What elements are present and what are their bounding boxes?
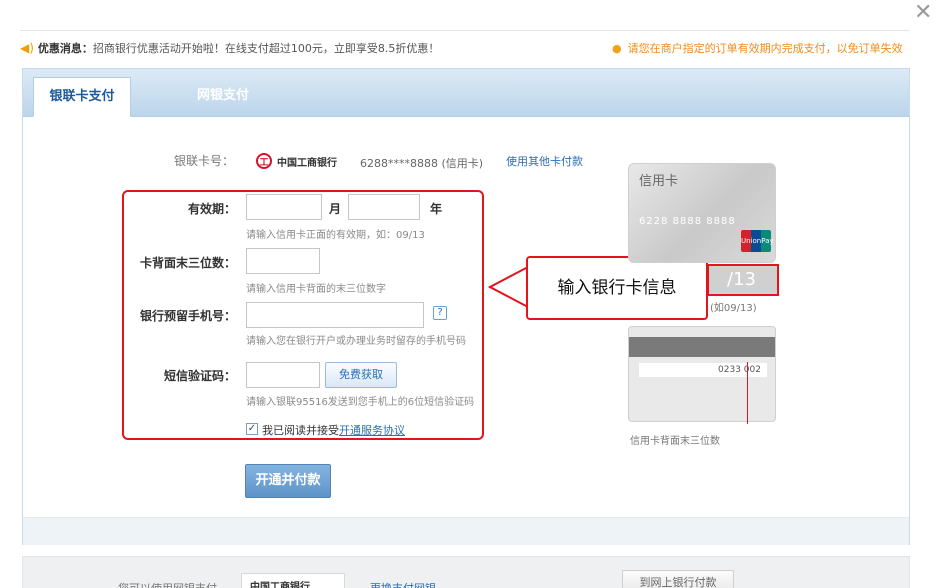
card-expiry-note: (如09/13) (710, 303, 757, 314)
callout-box: 输入银行卡信息 (526, 256, 708, 320)
top-divider (20, 30, 910, 31)
use-other-card-link[interactable]: 使用其他卡付款 (506, 153, 583, 169)
bank-logo: 工 中国工商银行 (256, 151, 337, 171)
footer-text: 您可以使用网银支付 (118, 580, 217, 588)
promo-text: 招商银行优惠活动开始啦！在线支付超过100元，立即享受8.5折优惠！ (92, 42, 440, 55)
speaker-icon: ◀) (20, 41, 34, 55)
card-front-number: 6228 8888 8888 (639, 216, 736, 227)
icbc-icon: 工 (256, 153, 272, 169)
card-front-title: 信用卡 (639, 174, 679, 189)
promo-label: 优惠消息： (37, 42, 93, 55)
tab-unionpay-card[interactable]: 银联卡支付 (33, 77, 131, 117)
tab-online-banking[interactable]: 网银支付 (173, 77, 273, 117)
lightbulb-icon: ● (612, 42, 622, 55)
callout-arrow-icon (488, 265, 529, 309)
close-icon[interactable]: ✕ (914, 2, 932, 24)
card-number-label: 银联卡号： (173, 154, 234, 168)
activate-and-pay-button[interactable]: 开通并付款 (245, 464, 331, 498)
bank-name: 中国工商银行 (277, 157, 337, 169)
order-notice: ● 请您在商户指定的订单有效期内完成支付，以免订单失效 (612, 40, 910, 56)
card-number-masked: 6288****8888 (信用卡) (360, 157, 484, 170)
promo-notice: ◀) 优惠消息：招商银行优惠活动开始啦！在线支付超过100元，立即享受8.5折优惠… (20, 40, 439, 56)
panel-bottom-band (23, 517, 909, 545)
credit-card-back-image: 0233 002 (628, 326, 776, 422)
footer-bank-name: 中国工商银行 (250, 582, 310, 588)
highlight-box (122, 190, 484, 440)
magnetic-stripe (629, 337, 775, 357)
unionpay-logo-icon: UnionPay (741, 230, 774, 252)
cvv-indicator-line (747, 362, 748, 424)
card-back-note: 信用卡背面末三位数 (630, 436, 720, 447)
card-expiry-highlight: /13 (707, 264, 779, 296)
footer-bank-logo: 中国工商银行 (241, 573, 345, 588)
change-bank-link[interactable]: 更换支付网银 (370, 580, 436, 588)
online-bank-pay-button[interactable]: 到网上银行付款 (622, 570, 734, 588)
credit-card-front-image: 信用卡 6228 8888 8888 UnionPay (628, 163, 776, 263)
order-notice-text: 请您在商户指定的订单有效期内完成支付，以免订单失效 (627, 42, 903, 55)
tab-bar: 银联卡支付 网银支付 (23, 69, 909, 117)
